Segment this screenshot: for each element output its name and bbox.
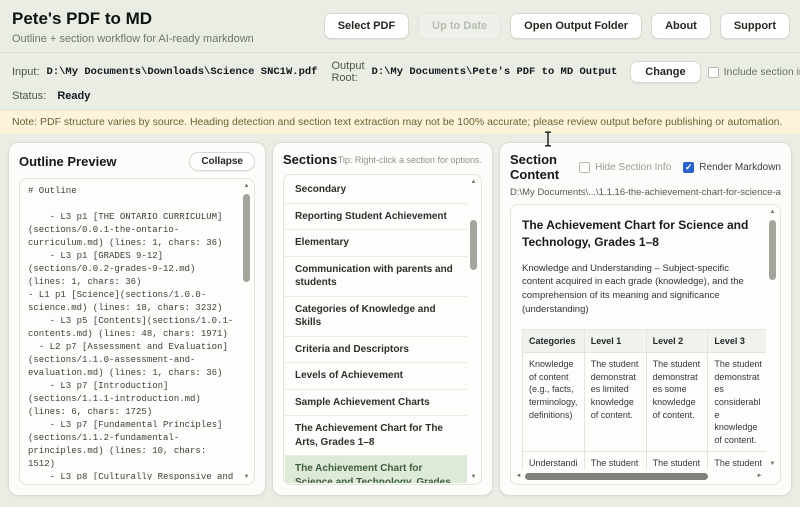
output-root-value: D:\My Documents\Pete's PDF to MD Output — [371, 66, 618, 78]
achievement-table: CategoriesLevel 1Level 2Level 3Level 4 K… — [522, 328, 766, 470]
render-markdown-label: Render Markdown — [699, 161, 781, 173]
about-button[interactable]: About — [651, 13, 711, 39]
include-section-info-checkbox[interactable] — [707, 66, 719, 78]
table-cell: The student demonstrates considerable kn… — [707, 352, 766, 453]
scroll-up-icon[interactable] — [766, 206, 779, 218]
scroll-up-icon[interactable] — [240, 180, 253, 192]
section-list-item[interactable]: Reporting Student Achievement — [285, 204, 467, 230]
outline-preview-panel: Outline Preview Collapse # Outline - L3 … — [8, 142, 266, 496]
status-value: Ready — [57, 90, 91, 102]
sections-panel-header: Sections Tip: Right-click a section for … — [283, 152, 482, 167]
scroll-left-icon[interactable] — [512, 470, 525, 483]
output-root-label: Output Root: — [331, 60, 365, 84]
section-content-scroll-area[interactable]: The Achievement Chart for Science and Te… — [510, 204, 781, 485]
include-section-info-label: Include section info in files — [723, 66, 800, 78]
table-header-cell: Level 3 — [707, 328, 766, 354]
input-label: Input: — [12, 66, 40, 78]
outline-panel-title: Outline Preview — [19, 154, 117, 169]
section-content-panel: Section Content Hide Section Info Render… — [499, 142, 792, 496]
main-panels: Outline Preview Collapse # Outline - L3 … — [0, 134, 800, 507]
rendered-markdown: The Achievement Chart for Science and Te… — [511, 205, 766, 470]
include-section-info-option[interactable]: Include section info in files — [707, 66, 800, 78]
outline-scroll-area[interactable]: # Outline - L3 p1 [THE ONTARIO CURRICULU… — [19, 178, 255, 485]
section-list-item[interactable]: Communication with parents and students — [285, 257, 467, 297]
note-banner: Note: PDF structure varies by source. He… — [0, 110, 800, 134]
scrollbar-thumb[interactable] — [470, 220, 477, 270]
hide-section-info-label: Hide Section Info — [595, 161, 672, 173]
content-vertical-scrollbar[interactable] — [766, 206, 779, 470]
table-cell: The student demonstrates some knowledge … — [645, 352, 709, 453]
scrollbar-thumb[interactable] — [243, 194, 250, 282]
render-markdown-option[interactable]: Render Markdown — [683, 161, 781, 173]
sections-tip-text: Tip: Right-click a section for options. — [337, 154, 482, 165]
status-label: Status: — [12, 90, 47, 102]
section-file-path: D:\My Documents\...\1.1.16-the-achieveme… — [510, 187, 781, 198]
hide-section-info-option[interactable]: Hide Section Info — [579, 161, 672, 173]
select-pdf-button[interactable]: Select PDF — [323, 13, 410, 39]
scroll-down-icon[interactable] — [467, 471, 480, 483]
table-header-cell: Level 1 — [583, 328, 647, 354]
section-list-item[interactable]: Levels of Achievement — [285, 363, 467, 390]
render-markdown-checkbox[interactable] — [683, 161, 695, 173]
paths-row: Input: D:\My Documents\Downloads\Science… — [0, 52, 800, 85]
content-options: Hide Section Info Render Markdown — [579, 161, 781, 173]
section-content-title: Section Content — [510, 152, 560, 182]
section-content-header: Section Content Hide Section Info Render… — [510, 152, 781, 182]
table-row: Knowledge of content (e.g., facts, termi… — [522, 352, 766, 453]
scrollbar-thumb[interactable] — [769, 220, 776, 280]
sections-vertical-scrollbar[interactable] — [467, 176, 480, 483]
section-list-item[interactable]: Categories of Knowledge and Skills — [285, 297, 467, 337]
scroll-down-icon[interactable] — [766, 458, 779, 470]
outline-text: # Outline - L3 p1 [THE ONTARIO CURRICULU… — [28, 186, 234, 480]
table-header-cell: Level 2 — [645, 328, 709, 354]
table-cell: Knowledge of content (e.g., facts, termi… — [522, 352, 585, 453]
scroll-right-icon[interactable] — [753, 470, 766, 483]
scrollbar-thumb[interactable] — [525, 473, 708, 480]
section-heading: The Achievement Chart for Science and Te… — [522, 218, 749, 249]
sections-panel-title: Sections — [283, 152, 338, 167]
open-output-folder-button[interactable]: Open Output Folder — [510, 13, 643, 39]
input-path-value: D:\My Documents\Downloads\Science SNC1W.… — [46, 66, 318, 78]
section-list-item[interactable]: The Achievement Chart for The Arts, Grad… — [285, 416, 467, 456]
change-output-button[interactable]: Change — [630, 61, 701, 83]
scroll-up-icon[interactable] — [467, 176, 480, 188]
support-button[interactable]: Support — [719, 13, 790, 39]
section-intro-paragraph: Knowledge and Understanding – Subject-sp… — [522, 262, 744, 315]
section-list-item[interactable]: The Achievement Chart for Science and Te… — [285, 456, 467, 483]
header-button-group: Select PDF Up to Date Open Output Folder… — [323, 13, 790, 39]
table-header-cell: Categories — [522, 328, 585, 354]
section-list-item[interactable]: Sample Achievement Charts — [285, 390, 467, 416]
table-cell: The student demonstrates some understand… — [645, 451, 709, 470]
content-horizontal-scrollbar[interactable] — [512, 470, 766, 483]
status-row: Status: Ready — [0, 85, 800, 110]
achievement-table-head-row: CategoriesLevel 1Level 2Level 3Level 4 — [522, 328, 766, 354]
table-row: Understanding of content (e.g., concepts… — [522, 451, 766, 470]
sections-list: Secondary Reporting Student Achievement El… — [285, 177, 467, 483]
collapse-button[interactable]: Collapse — [189, 152, 255, 171]
table-cell: The student demonstrates limited underst… — [583, 451, 647, 470]
table-cell: The student demonstrates considerable un… — [707, 451, 766, 470]
section-list-item[interactable]: Elementary — [285, 230, 467, 257]
sections-scroll-area[interactable]: Secondary Reporting Student Achievement El… — [283, 174, 482, 485]
achievement-table-body: Knowledge of content (e.g., facts, termi… — [522, 352, 766, 470]
table-cell: The student demonstrates limited knowled… — [583, 352, 647, 453]
up-to-date-button: Up to Date — [418, 13, 502, 39]
sections-panel: Sections Tip: Right-click a section for … — [272, 142, 493, 496]
outline-panel-header: Outline Preview Collapse — [19, 152, 255, 171]
section-list-item[interactable]: Criteria and Descriptors — [285, 337, 467, 363]
app-header: Pete's PDF to MD Outline + section workf… — [0, 0, 800, 52]
hide-section-info-checkbox[interactable] — [579, 161, 591, 173]
table-cell: Understanding of content (e.g., concepts… — [522, 451, 585, 470]
app-window: { "header": { "title": "Pete's PDF to MD… — [0, 0, 800, 507]
outline-vertical-scrollbar[interactable] — [240, 180, 253, 483]
scroll-down-icon[interactable] — [240, 471, 253, 483]
section-list-item[interactable]: Secondary — [285, 177, 467, 204]
